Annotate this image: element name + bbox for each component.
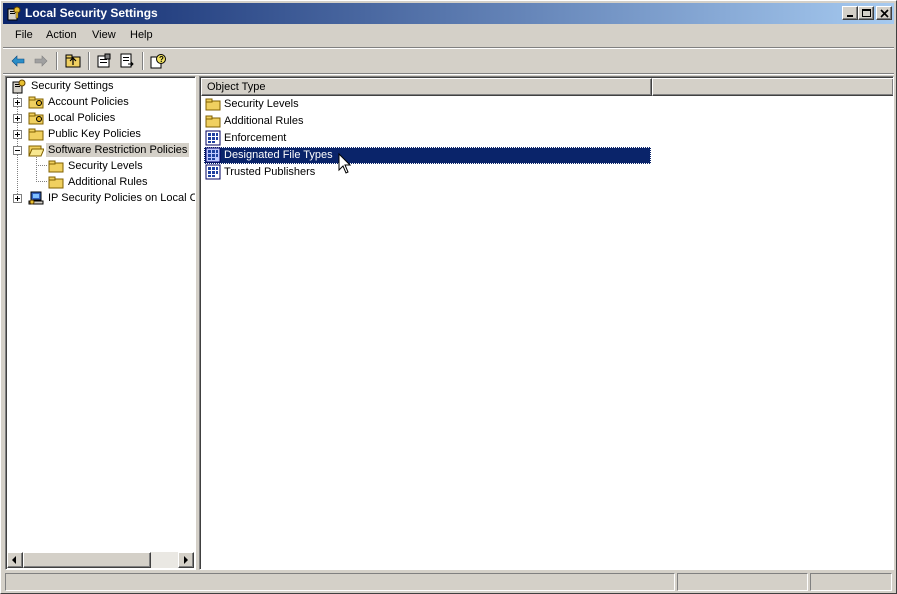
folder-icon xyxy=(48,160,64,173)
list-item-designated-file-types[interactable]: Designated File Types xyxy=(204,147,651,164)
expand-toggle[interactable] xyxy=(13,194,22,203)
tree-item-label: IP Security Policies on Local Co xyxy=(48,192,196,204)
minimize-button[interactable] xyxy=(842,6,858,20)
list-item-trusted-publishers[interactable]: Trusted Publishers xyxy=(204,164,651,181)
security-settings-icon xyxy=(12,79,26,94)
list-item-label: Security Levels xyxy=(224,98,299,110)
toolbar-separator-line xyxy=(3,73,894,75)
tree-line xyxy=(36,181,48,182)
scroll-thumb[interactable] xyxy=(23,552,151,568)
list-item-label: Designated File Types xyxy=(224,149,333,161)
app-window: Local Security Settings File Action View… xyxy=(0,0,897,594)
properties-icon xyxy=(97,53,111,68)
title-bar[interactable]: Local Security Settings xyxy=(3,3,894,24)
collapse-toggle[interactable] xyxy=(13,146,22,155)
svg-text:?: ? xyxy=(159,55,164,64)
folder-icon xyxy=(205,115,221,128)
scroll-left-button[interactable] xyxy=(7,552,23,568)
menu-view[interactable]: View xyxy=(88,29,120,41)
list-item-label: Additional Rules xyxy=(224,115,304,127)
menu-file[interactable]: File xyxy=(11,29,37,41)
properties-button[interactable] xyxy=(93,51,115,71)
list-item-security-levels[interactable]: Security Levels xyxy=(204,96,651,113)
up-one-level-button[interactable] xyxy=(62,51,84,71)
list-item-additional-rules[interactable]: Additional Rules xyxy=(204,113,651,130)
tree-item-label: Public Key Policies xyxy=(48,128,141,140)
expand-toggle[interactable] xyxy=(13,130,22,139)
tree-item-label: Software Restriction Policies xyxy=(46,143,190,157)
folder-icon xyxy=(205,98,221,111)
policy-icon xyxy=(205,147,221,163)
tree-item-label: Additional Rules xyxy=(68,176,148,188)
list-header: Object Type xyxy=(201,78,893,96)
tree-item-label: Security Levels xyxy=(68,160,143,172)
folder-key-icon xyxy=(28,96,44,109)
minimize-icon xyxy=(847,15,853,17)
up-folder-icon xyxy=(65,54,81,68)
toolbar-separator xyxy=(56,52,58,70)
folder-open-icon xyxy=(28,145,44,157)
close-button[interactable] xyxy=(876,6,892,20)
ip-security-icon xyxy=(28,191,44,205)
status-bar xyxy=(3,573,894,591)
tree-horizontal-scrollbar[interactable] xyxy=(7,552,194,568)
details-pane[interactable]: Object Type Security Levels Additional R… xyxy=(199,76,894,570)
list-item-enforcement[interactable]: Enforcement xyxy=(204,130,651,147)
window-title: Local Security Settings xyxy=(25,6,158,20)
folder-icon xyxy=(28,128,44,141)
forward-arrow-icon xyxy=(34,55,48,67)
security-settings-icon xyxy=(7,6,21,21)
status-panel-tertiary xyxy=(810,573,892,591)
status-panel-secondary xyxy=(677,573,808,591)
column-header-object-type[interactable]: Object Type xyxy=(201,78,652,96)
menu-action[interactable]: Action xyxy=(42,29,81,41)
export-list-button[interactable] xyxy=(116,51,138,71)
arrow-left-icon xyxy=(12,556,16,564)
tree-item-label: Account Policies xyxy=(48,96,129,108)
list-item-label: Enforcement xyxy=(224,132,287,144)
arrow-right-icon xyxy=(184,556,188,564)
help-icon: ? xyxy=(150,54,166,69)
export-list-icon xyxy=(120,53,134,68)
toolbar-separator xyxy=(88,52,90,70)
mouse-cursor-icon xyxy=(338,153,352,174)
folder-icon xyxy=(48,176,64,189)
tree-item-label: Local Policies xyxy=(48,112,116,124)
menu-bar: File Action View Help xyxy=(3,25,894,47)
toolbar: ? xyxy=(3,49,894,73)
column-header-empty[interactable] xyxy=(652,78,893,96)
maximize-icon xyxy=(862,9,871,17)
close-icon xyxy=(880,9,889,18)
menu-help[interactable]: Help xyxy=(126,29,157,41)
back-button[interactable] xyxy=(7,51,29,71)
folder-key-icon xyxy=(28,112,44,125)
list-item-label: Trusted Publishers xyxy=(224,166,316,178)
scroll-right-button[interactable] xyxy=(178,552,194,568)
help-button[interactable]: ? xyxy=(147,51,169,71)
tree-line xyxy=(36,165,48,166)
expand-toggle[interactable] xyxy=(13,98,22,107)
forward-button[interactable] xyxy=(30,51,52,71)
maximize-button[interactable] xyxy=(858,6,874,20)
back-arrow-icon xyxy=(11,55,25,67)
tree-pane[interactable]: Security Settings Account Policies Local… xyxy=(5,76,196,570)
tree-line xyxy=(36,157,37,182)
policy-icon xyxy=(205,164,221,180)
toolbar-separator xyxy=(142,52,144,70)
tree-item-label: Security Settings xyxy=(31,80,114,92)
expand-toggle[interactable] xyxy=(13,114,22,123)
status-panel-main xyxy=(5,573,675,591)
policy-icon xyxy=(205,130,221,146)
